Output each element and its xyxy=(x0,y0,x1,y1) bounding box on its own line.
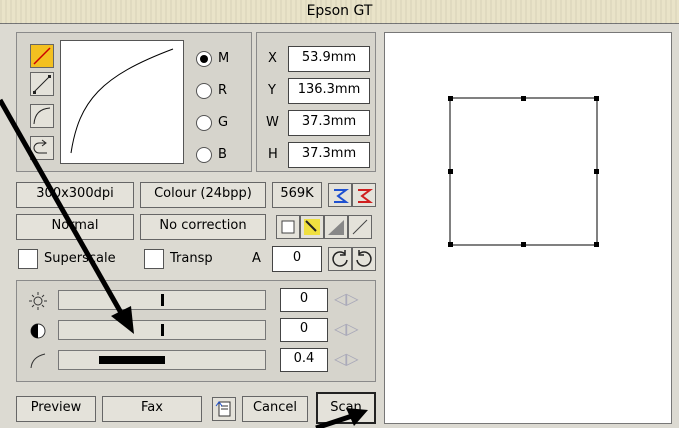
scanner-window: Epson GT M R G B X 53.9mm Y 136.3mm W 37… xyxy=(0,0,679,428)
annotation-arrows xyxy=(0,98,368,428)
